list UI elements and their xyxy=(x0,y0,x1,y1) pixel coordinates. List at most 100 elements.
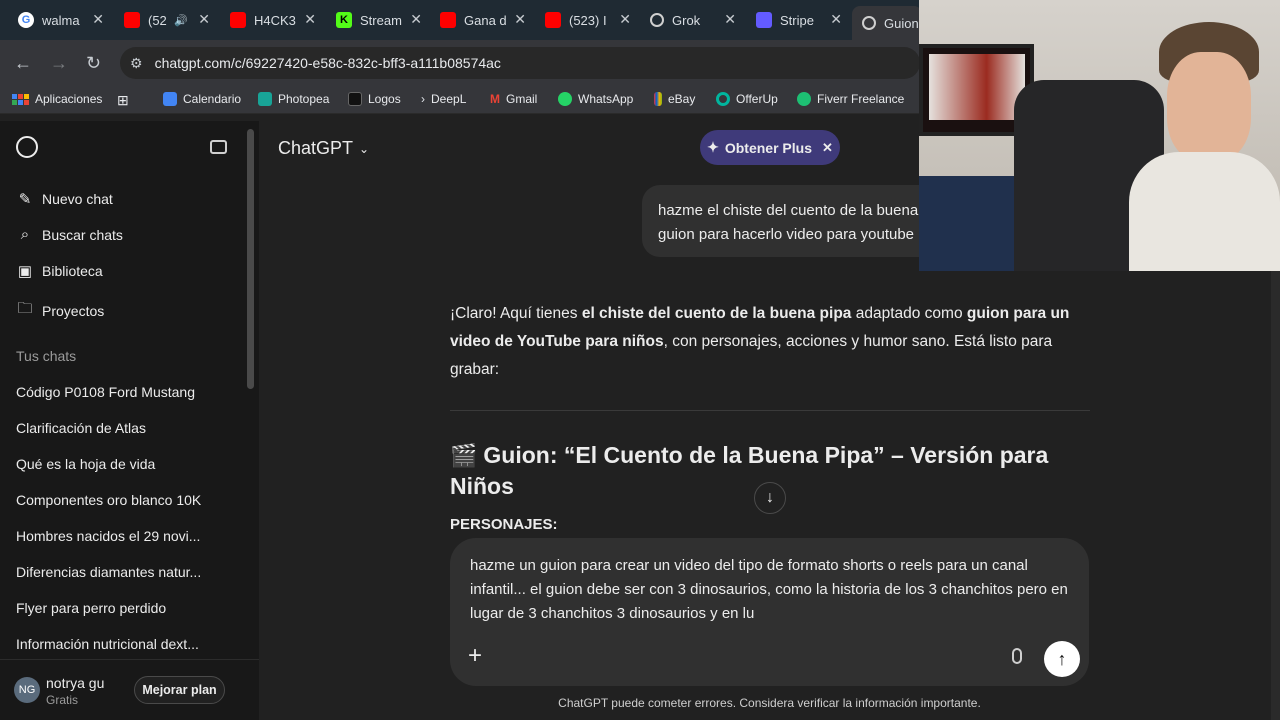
offerup-icon xyxy=(716,92,730,106)
chat-list-item[interactable]: Componentes oro blanco 10K xyxy=(16,492,201,508)
chatgpt-icon xyxy=(862,16,876,30)
user-name[interactable]: notrya gu xyxy=(46,675,104,691)
microphone-icon[interactable] xyxy=(1012,648,1022,664)
scroll-down-button[interactable]: ↓ xyxy=(754,482,786,514)
chat-list-item[interactable]: Qué es la hoja de vida xyxy=(16,456,155,472)
bookmark-fiverr[interactable]: Fiverr Freelance xyxy=(797,92,904,106)
bookmark-aplicaciones[interactable]: Aplicaciones xyxy=(12,92,102,106)
tab-label: Stripe xyxy=(780,12,814,28)
bookmark-calendario[interactable]: Calendario xyxy=(163,92,241,106)
user-message-line: guion para hacerlo video para youtube pa… xyxy=(658,226,942,243)
user-plan: Gratis xyxy=(46,693,79,707)
kick-icon: K xyxy=(336,12,352,28)
youtube-icon xyxy=(545,12,561,28)
close-tab-icon[interactable]: ✕ xyxy=(92,11,104,28)
tab-label: (523) I xyxy=(569,12,607,28)
sidebar-toggle-icon[interactable] xyxy=(210,140,227,154)
tab-label: walma xyxy=(42,12,80,28)
calendar-icon xyxy=(163,92,177,106)
edit-icon: ✎ xyxy=(18,191,32,208)
forward-arrow-icon[interactable]: → xyxy=(50,53,68,74)
whatsapp-icon xyxy=(558,92,572,106)
close-tab-icon[interactable]: ✕ xyxy=(830,11,842,28)
tab-kick[interactable]: K Stream ✕ xyxy=(326,6,432,34)
bookmark-ebay[interactable]: eBay xyxy=(654,92,695,106)
tab-grok[interactable]: Grok ✕ xyxy=(640,6,746,34)
model-selector[interactable]: ChatGPT ⌄ xyxy=(278,138,369,159)
photopea-icon xyxy=(258,92,272,106)
section-title-chats: Tus chats xyxy=(16,348,77,364)
get-plus-button[interactable]: ✦ Obtener Plus ✕ xyxy=(700,130,840,165)
send-button[interactable]: ↑ xyxy=(1044,641,1080,677)
sidebar: ✎ Nuevo chat ⌕ Buscar chats ▣ Biblioteca 🗀 P… xyxy=(0,121,259,720)
tab-label: Gana d xyxy=(464,12,507,28)
back-arrow-icon[interactable]: ← xyxy=(14,53,32,74)
message-composer[interactable]: hazme un guion para crear un video del t… xyxy=(450,538,1089,686)
prompt-input[interactable]: hazme un guion para crear un video del t… xyxy=(470,554,1075,626)
tab-youtube-2[interactable]: H4CK3 ✕ xyxy=(220,6,326,34)
tab-youtube-3[interactable]: Gana d ✕ xyxy=(430,6,536,34)
sidebar-scrollbar[interactable] xyxy=(247,129,254,389)
avatar[interactable]: NG xyxy=(14,677,40,703)
google-icon: G xyxy=(18,12,34,28)
folder-icon: 🗀 xyxy=(17,300,33,317)
speaker-icon[interactable]: 🔊 xyxy=(174,14,188,27)
add-attachment-icon[interactable]: + xyxy=(468,644,482,668)
chat-list-item[interactable]: Flyer para perro perdido xyxy=(16,600,166,616)
tab-chatgpt-active[interactable]: Guion xyxy=(852,6,922,40)
bookmark-gmail[interactable]: M Gmail xyxy=(490,92,537,106)
chat-list-item[interactable]: Hombres nacidos el 29 novi... xyxy=(16,528,200,544)
user-message-bubble: hazme el chiste del cuento de la buena p… xyxy=(642,185,942,257)
bookmark-offerup[interactable]: OfferUp xyxy=(716,92,778,106)
bookmark-deepl[interactable]: › DeepL xyxy=(421,92,466,106)
youtube-icon xyxy=(124,12,140,28)
close-tab-icon[interactable]: ✕ xyxy=(198,11,210,28)
user-footer: NG notrya gu Gratis Mejorar plan xyxy=(0,659,259,720)
tab-walmart[interactable]: G walma ✕ xyxy=(8,6,114,34)
grok-icon xyxy=(650,13,664,27)
sidebar-projects[interactable]: 🗀 Proyectos xyxy=(16,298,104,323)
fiverr-icon xyxy=(797,92,811,106)
close-tab-icon[interactable]: ✕ xyxy=(619,11,631,28)
tab-label: H4CK3 xyxy=(254,12,296,28)
response-subheading: PERSONAJES: xyxy=(450,516,558,533)
close-tab-icon[interactable]: ✕ xyxy=(514,11,526,28)
address-bar[interactable]: ⚙ chatgpt.com/c/69227420-e58c-832c-bff3-… xyxy=(120,47,920,79)
tab-stripe[interactable]: Stripe ✕ xyxy=(746,6,852,34)
person-image xyxy=(1129,22,1280,271)
sidebar-library[interactable]: ▣ Biblioteca xyxy=(16,262,103,280)
site-settings-icon[interactable]: ⚙ xyxy=(130,55,143,72)
tab-youtube-1[interactable]: (52 🔊 ✕ xyxy=(114,6,220,34)
close-icon[interactable]: ✕ xyxy=(822,140,833,156)
clapperboard-icon: 🎬 xyxy=(450,443,478,468)
arrow-down-icon: ↓ xyxy=(766,489,774,506)
divider xyxy=(450,410,1090,411)
bookmark-whatsapp[interactable]: WhatsApp xyxy=(558,92,633,106)
close-tab-icon[interactable]: ✕ xyxy=(410,11,422,28)
deepl-icon: › xyxy=(421,92,425,106)
tab-youtube-4[interactable]: (523) I ✕ xyxy=(535,6,641,34)
tab-label: Guion xyxy=(884,15,919,31)
sidebar-search-chats[interactable]: ⌕ Buscar chats xyxy=(16,226,123,243)
bookmark-logos[interactable]: Logos xyxy=(348,92,401,106)
url-text: chatgpt.com/c/69227420-e58c-832c-bff3-a1… xyxy=(154,55,501,71)
apps-grid-icon xyxy=(12,93,29,105)
openai-logo-icon[interactable] xyxy=(16,136,38,158)
gmail-icon: M xyxy=(490,92,500,106)
close-tab-icon[interactable]: ✕ xyxy=(724,11,736,28)
search-icon: ⌕ xyxy=(20,226,30,243)
reload-icon[interactable]: ↻ xyxy=(86,53,101,74)
ebay-icon xyxy=(654,92,662,106)
youtube-icon xyxy=(230,12,246,28)
chat-list-item[interactable]: Diferencias diamantes natur... xyxy=(16,564,201,580)
disclaimer-text: ChatGPT puede cometer errores. Considera… xyxy=(558,696,981,710)
chat-list-item[interactable]: Información nutricional dext... xyxy=(16,636,199,652)
grid-icon[interactable]: ⊞ xyxy=(117,92,129,109)
sidebar-new-chat[interactable]: ✎ Nuevo chat xyxy=(16,190,113,208)
close-tab-icon[interactable]: ✕ xyxy=(304,11,316,28)
chat-list-item[interactable]: Clarificación de Atlas xyxy=(16,420,146,436)
assistant-response: ¡Claro! Aquí tienes el chiste del cuento… xyxy=(450,305,1070,378)
chat-list-item[interactable]: Código P0108 Ford Mustang xyxy=(16,384,195,400)
bookmark-photopea[interactable]: Photopea xyxy=(258,92,329,106)
upgrade-plan-button[interactable]: Mejorar plan xyxy=(134,676,225,704)
